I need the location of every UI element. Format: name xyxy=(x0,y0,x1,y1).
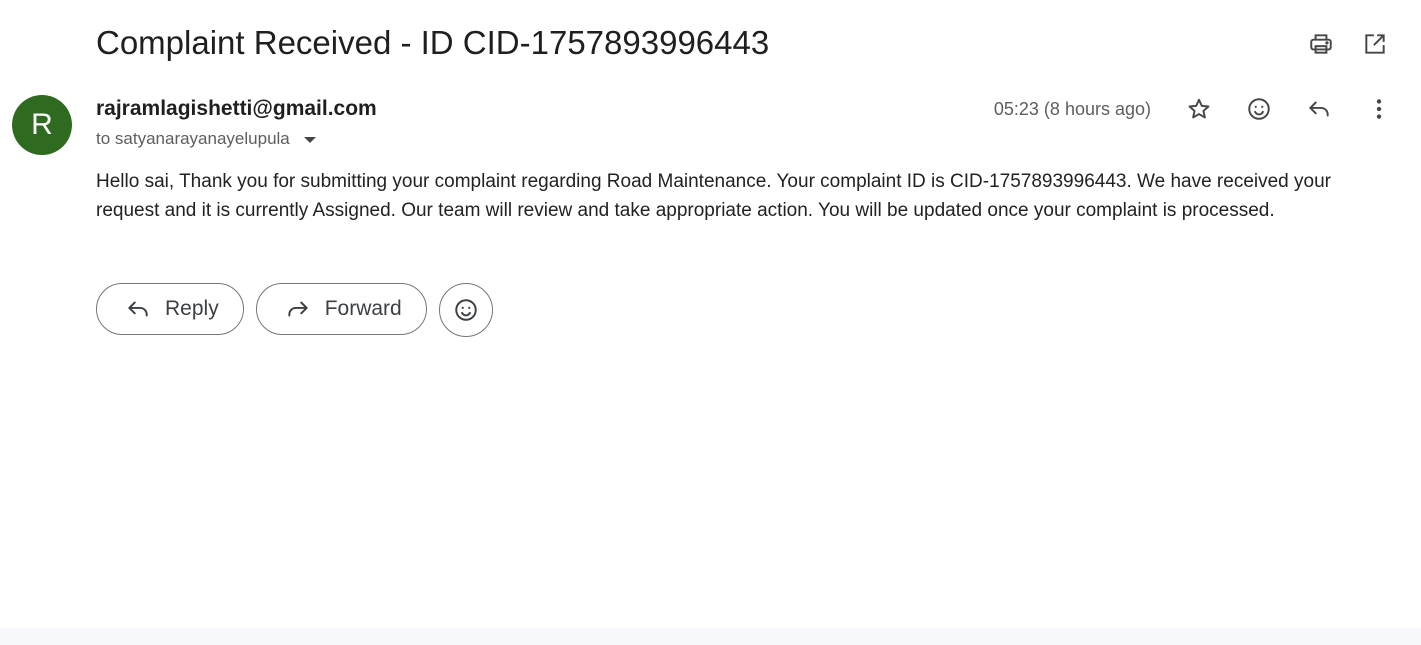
more-vert-icon xyxy=(1376,99,1382,119)
star-icon xyxy=(1188,98,1210,119)
star-button[interactable] xyxy=(1183,93,1215,125)
reply-icon xyxy=(128,301,148,317)
open-in-new-window-button[interactable] xyxy=(1359,28,1391,60)
emoji-reaction-icon xyxy=(1248,98,1270,120)
email-view: Complaint Received - ID CID-175789399644… xyxy=(0,0,1421,645)
recipient-text: to satyanarayanayelupula xyxy=(96,129,290,148)
print-icon xyxy=(1310,34,1332,54)
show-details-dropdown[interactable] xyxy=(303,137,316,143)
add-reaction-button[interactable] xyxy=(1243,93,1275,125)
emoji-reaction-icon xyxy=(455,299,477,321)
email-timestamp: 05:23 (8 hours ago) xyxy=(993,99,1151,119)
reply-button[interactable]: Reply xyxy=(96,283,244,335)
forward-button[interactable]: Forward xyxy=(255,283,427,335)
email-subject: Complaint Received - ID CID-175789399644… xyxy=(96,24,770,61)
more-options-button[interactable] xyxy=(1363,93,1395,125)
reply-icon xyxy=(1309,101,1329,117)
message-actions xyxy=(1183,93,1395,125)
top-actions xyxy=(1305,28,1391,60)
emoji-reaction-button[interactable] xyxy=(438,283,493,337)
reply-button-header[interactable] xyxy=(1303,93,1335,125)
footer-strip xyxy=(0,628,1421,645)
reply-label: Reply xyxy=(165,297,219,320)
email-body: Hello sai, Thank you for submitting your… xyxy=(96,171,1331,221)
recipient-line: to satyanarayanayelupula xyxy=(96,129,316,149)
sender-address[interactable]: rajramlagishetti@gmail.com xyxy=(96,97,377,121)
sender-avatar[interactable]: R xyxy=(12,95,72,155)
forward-label: Forward xyxy=(324,297,402,320)
reply-forward-actions: Reply Forward xyxy=(96,283,493,337)
forward-icon xyxy=(288,301,308,317)
print-button[interactable] xyxy=(1305,28,1337,60)
open-in-new-window-icon xyxy=(1365,34,1385,54)
